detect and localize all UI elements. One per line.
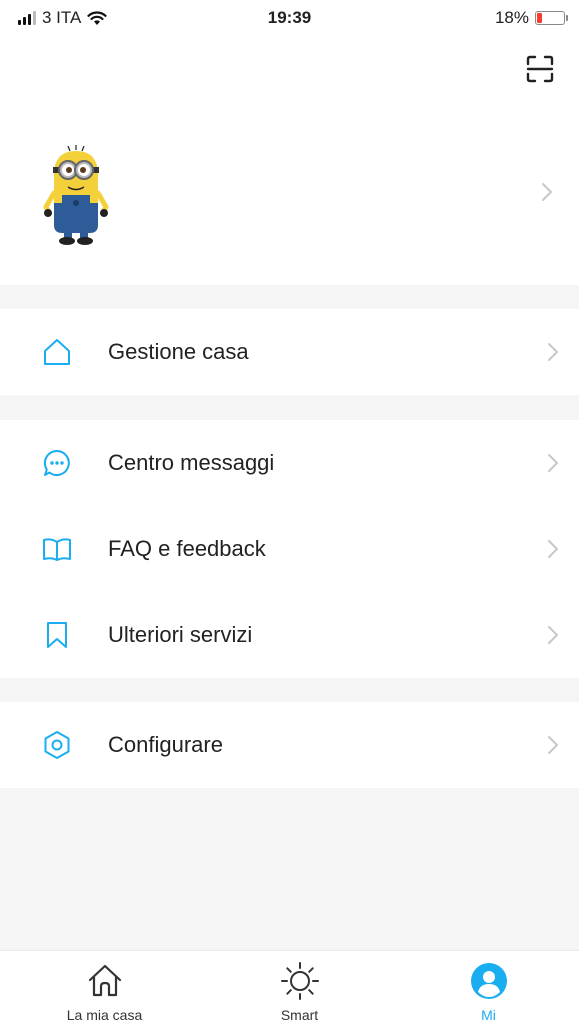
clock: 19:39 — [267, 8, 312, 27]
bookmark-icon — [47, 622, 67, 648]
chat-bubble-icon — [43, 449, 70, 476]
chevron-right-icon — [548, 626, 558, 644]
chevron-right-icon — [548, 454, 558, 472]
menu-section-home: Gestione casa — [0, 309, 579, 395]
bottom-tab-bar: La mia casa Smart Mi — [0, 950, 579, 1023]
menu-item-label: Gestione casa — [108, 339, 249, 364]
status-right: 18% — [494, 8, 568, 28]
chevron-right-icon — [548, 736, 558, 754]
tab-label: La mia casa — [66, 1007, 143, 1023]
menu-item-label: Centro messaggi — [108, 450, 275, 475]
menu-item-label: Ulteriori servizi — [108, 622, 253, 647]
chevron-right-icon — [548, 343, 558, 361]
menu-item-gestione-casa[interactable]: Gestione casa — [0, 309, 579, 395]
menu-item-faq-feedback[interactable]: FAQ e feedback — [0, 506, 579, 592]
minion-avatar[interactable] — [40, 145, 112, 245]
menu-section-info: Centro messaggi FAQ e feedback Ulteriori… — [0, 420, 579, 678]
house-icon — [88, 964, 121, 997]
tab-label: Smart — [280, 1007, 319, 1023]
menu-section-settings: Configurare — [0, 702, 579, 788]
hexagon-settings-icon — [44, 731, 70, 759]
scan-icon[interactable] — [525, 54, 555, 84]
open-book-icon — [43, 538, 71, 561]
sun-icon — [280, 962, 319, 1000]
menu-item-label: Configurare — [108, 732, 223, 757]
tab-mi[interactable]: Mi — [392, 951, 579, 1023]
profile-screen: 3 ITA 19:39 18% Gestione casa Centro mes… — [0, 0, 579, 1023]
menu-item-configurare[interactable]: Configurare — [0, 702, 579, 788]
chevron-right-icon — [548, 540, 558, 558]
profile-header[interactable] — [0, 40, 579, 285]
menu-item-ulteriori-servizi[interactable]: Ulteriori servizi — [0, 592, 579, 678]
tab-smart[interactable]: Smart — [203, 951, 396, 1023]
home-outline-icon — [44, 339, 70, 365]
tab-label: Mi — [481, 1007, 496, 1023]
menu-item-label: FAQ e feedback — [108, 536, 266, 561]
user-profile-icon — [470, 963, 507, 999]
battery-percent: 18% — [494, 8, 529, 27]
menu-item-centro-messaggi[interactable]: Centro messaggi — [0, 420, 579, 506]
status-bar: 3 ITA 19:39 18% — [0, 0, 579, 40]
tab-la-mia-casa[interactable]: La mia casa — [8, 951, 201, 1023]
battery-icon — [535, 11, 568, 25]
chevron-right-icon — [542, 183, 552, 201]
